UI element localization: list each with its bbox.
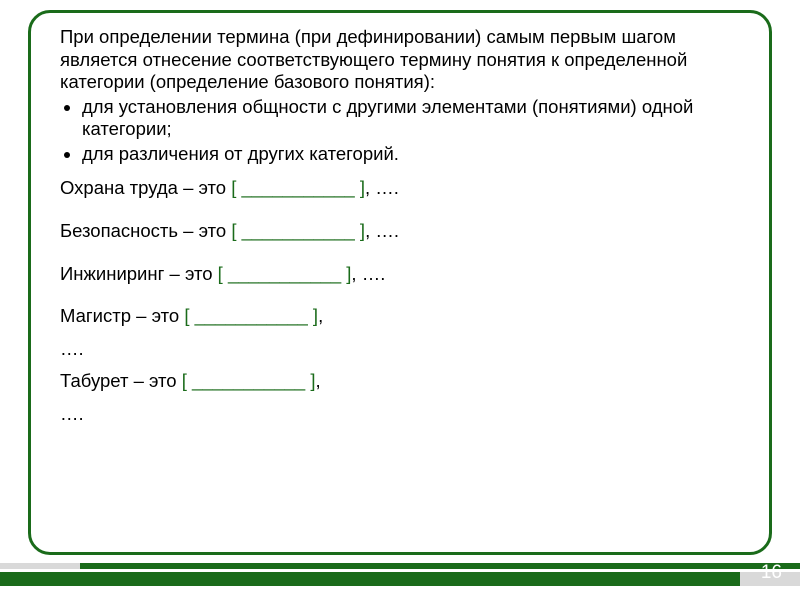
footer-stripe-green (0, 572, 740, 586)
bullet-item: для различения от других категорий. (82, 143, 750, 166)
dash: – это (131, 305, 184, 326)
bullet-list: для установления общности с другими элем… (60, 96, 750, 166)
example-tail: , …. (351, 263, 385, 284)
footer-stripe-thick (0, 572, 800, 586)
blank-fill: ___________ (242, 177, 355, 198)
slide-content: При определении термина (при дефинирован… (60, 26, 750, 427)
example-tail: , …. (365, 177, 399, 198)
dash: – это (178, 177, 231, 198)
example-label: Инжиниринг (60, 263, 164, 284)
example-tail: , (315, 370, 320, 391)
bullet-item: для установления общности с другими элем… (82, 96, 750, 141)
bracket-close: ] (341, 263, 351, 284)
example-label: Магистр (60, 305, 131, 326)
example-label: Безопасность (60, 220, 178, 241)
bracket-open: [ (218, 263, 228, 284)
example-label: Охрана труда (60, 177, 178, 198)
bracket-close: ] (305, 370, 315, 391)
blank-fill: ___________ (228, 263, 341, 284)
blank-fill: ___________ (195, 305, 308, 326)
page-number: 16 (761, 562, 782, 584)
dash: – это (128, 370, 181, 391)
intro-paragraph: При определении термина (при дефинирован… (60, 26, 750, 94)
footer-stripe-thin (0, 563, 800, 569)
bracket-open: [ (231, 220, 241, 241)
bracket-close: ] (308, 305, 318, 326)
bracket-open: [ (184, 305, 194, 326)
example-line: Табурет – это [ ___________ ], (60, 370, 750, 393)
dash: – это (164, 263, 217, 284)
slide: При определении термина (при дефинирован… (0, 0, 800, 600)
example-line: Охрана труда – это [ ___________ ], …. (60, 177, 750, 200)
example-tail: , …. (365, 220, 399, 241)
example-line: Магистр – это [ ___________ ], (60, 305, 750, 328)
bracket-open: [ (182, 370, 192, 391)
bracket-close: ] (355, 177, 365, 198)
bracket-close: ] (355, 220, 365, 241)
example-line: Безопасность – это [ ___________ ], …. (60, 220, 750, 243)
example-label: Табурет (60, 370, 128, 391)
example-tail: , (318, 305, 323, 326)
bracket-open: [ (231, 177, 241, 198)
blank-fill: ___________ (242, 220, 355, 241)
footer-stripes (0, 563, 800, 586)
example-line: Инжиниринг – это [ ___________ ], …. (60, 263, 750, 286)
blank-fill: ___________ (192, 370, 305, 391)
ellipsis-line: …. (60, 403, 750, 426)
dash: – это (178, 220, 231, 241)
ellipsis-line: …. (60, 338, 750, 361)
